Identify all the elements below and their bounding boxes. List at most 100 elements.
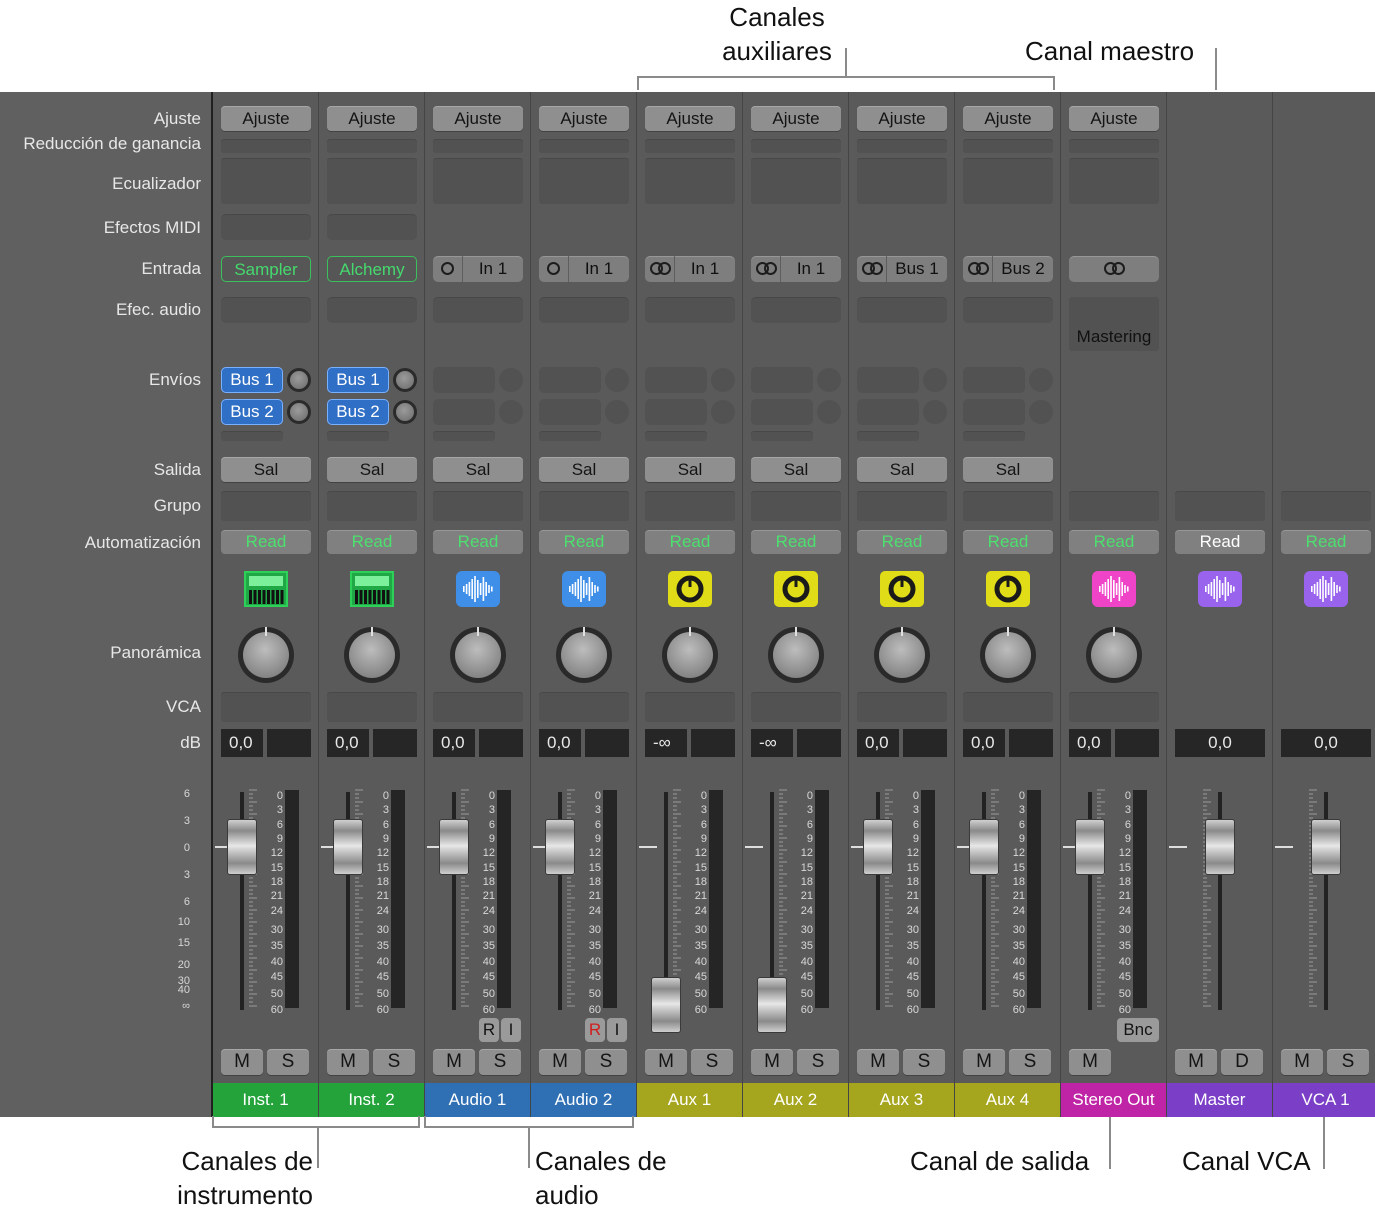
send-2-level-knob[interactable] xyxy=(393,400,417,424)
send-1-slot[interactable] xyxy=(751,367,813,393)
send-2-slot[interactable] xyxy=(857,399,919,425)
automation-mode-button[interactable]: Read xyxy=(751,530,841,554)
group-slot[interactable] xyxy=(1175,491,1265,521)
volume-fader[interactable] xyxy=(545,819,575,875)
channel-name[interactable]: Aux 2 xyxy=(743,1083,848,1117)
vca-assign-slot[interactable] xyxy=(433,692,523,722)
send-3-slot[interactable] xyxy=(645,431,707,441)
waveform-pink-icon[interactable] xyxy=(1091,570,1137,608)
solo-button[interactable]: S xyxy=(585,1049,627,1075)
send-1-slot[interactable] xyxy=(539,367,601,393)
waveform-purple-icon[interactable] xyxy=(1303,570,1349,608)
pan-knob[interactable] xyxy=(450,627,506,683)
aux-knob-icon[interactable] xyxy=(985,570,1031,608)
input-button[interactable]: Bus 2 xyxy=(963,256,1053,282)
audio-fx-slot[interactable] xyxy=(539,297,629,323)
output-button[interactable]: Sal xyxy=(857,457,947,482)
output-button[interactable]: Sal xyxy=(221,457,311,482)
automation-mode-button[interactable]: Read xyxy=(539,530,629,554)
send-1-slot[interactable] xyxy=(433,367,495,393)
automation-mode-button[interactable]: Read xyxy=(221,530,311,554)
eq-slot[interactable] xyxy=(751,158,841,204)
audio-fx-slot[interactable] xyxy=(645,297,735,323)
input-button[interactable]: In 1 xyxy=(433,256,523,282)
solo-button[interactable]: S xyxy=(691,1049,733,1075)
input-monitor-button[interactable]: I xyxy=(501,1018,521,1042)
group-slot[interactable] xyxy=(751,491,841,521)
input-button[interactable]: Bus 1 xyxy=(857,256,947,282)
record-enable-button[interactable]: R xyxy=(585,1018,605,1042)
volume-fader[interactable] xyxy=(1075,819,1105,875)
input-button[interactable] xyxy=(1069,256,1159,282)
solo-button[interactable]: S xyxy=(1009,1049,1051,1075)
group-slot[interactable] xyxy=(1281,491,1371,521)
midi-fx-slot[interactable] xyxy=(327,214,417,240)
send-2-slot[interactable] xyxy=(539,399,601,425)
volume-fader[interactable] xyxy=(1205,819,1235,875)
eq-slot[interactable] xyxy=(539,158,629,204)
channel-name[interactable]: Audio 2 xyxy=(531,1083,636,1117)
input-button[interactable]: In 1 xyxy=(751,256,841,282)
volume-fader[interactable] xyxy=(757,977,787,1033)
group-slot[interactable] xyxy=(645,491,735,521)
automation-mode-button[interactable]: Read xyxy=(963,530,1053,554)
aux-knob-icon[interactable] xyxy=(667,570,713,608)
volume-fader[interactable] xyxy=(969,819,999,875)
aux-knob-icon[interactable] xyxy=(773,570,819,608)
send-3-slot[interactable] xyxy=(221,431,283,441)
send-1-button[interactable]: Bus 1 xyxy=(221,367,283,393)
audio-fx-slot[interactable] xyxy=(751,297,841,323)
volume-fader[interactable] xyxy=(1311,819,1341,875)
solo-button[interactable]: S xyxy=(373,1049,415,1075)
automation-mode-button[interactable]: Read xyxy=(857,530,947,554)
send-2-slot[interactable] xyxy=(433,399,495,425)
volume-fader[interactable] xyxy=(227,819,257,875)
eq-slot[interactable] xyxy=(963,158,1053,204)
send-1-level-knob[interactable] xyxy=(287,368,311,392)
mute-button[interactable]: M xyxy=(751,1049,793,1075)
automation-mode-button[interactable]: Read xyxy=(1069,530,1159,554)
channel-name[interactable]: Aux 1 xyxy=(637,1083,742,1117)
mute-button[interactable]: M xyxy=(645,1049,687,1075)
setting-button[interactable]: Ajuste xyxy=(1069,106,1159,131)
setting-button[interactable]: Ajuste xyxy=(963,106,1053,131)
output-button[interactable]: Sal xyxy=(539,457,629,482)
channel-name[interactable]: Aux 4 xyxy=(955,1083,1060,1117)
setting-button[interactable]: Ajuste xyxy=(327,106,417,131)
input-plugin-button[interactable]: Alchemy xyxy=(327,256,417,282)
output-button[interactable]: Sal xyxy=(327,457,417,482)
vca-assign-slot[interactable] xyxy=(327,692,417,722)
vca-assign-slot[interactable] xyxy=(857,692,947,722)
audio-fx-slot[interactable] xyxy=(963,297,1053,323)
channel-name[interactable]: Aux 3 xyxy=(849,1083,954,1117)
send-1-slot[interactable] xyxy=(963,367,1025,393)
audio-fx-slot[interactable] xyxy=(433,297,523,323)
eq-slot[interactable] xyxy=(857,158,947,204)
channel-name[interactable]: Audio 1 xyxy=(425,1083,530,1117)
automation-mode-button[interactable]: Read xyxy=(645,530,735,554)
eq-slot[interactable] xyxy=(433,158,523,204)
solo-button[interactable]: S xyxy=(267,1049,309,1075)
channel-name[interactable]: VCA 1 xyxy=(1273,1083,1375,1117)
send-2-button[interactable]: Bus 2 xyxy=(221,399,283,425)
send-1-level-knob[interactable] xyxy=(393,368,417,392)
dim-button[interactable]: D xyxy=(1221,1049,1263,1075)
bounce-button[interactable]: Bnc xyxy=(1117,1018,1159,1042)
mute-button[interactable]: M xyxy=(433,1049,475,1075)
send-1-button[interactable]: Bus 1 xyxy=(327,367,389,393)
channel-name[interactable]: Master xyxy=(1167,1083,1272,1117)
send-2-slot[interactable] xyxy=(751,399,813,425)
automation-mode-button[interactable]: Read xyxy=(327,530,417,554)
send-3-slot[interactable] xyxy=(963,431,1025,441)
send-1-slot[interactable] xyxy=(857,367,919,393)
group-slot[interactable] xyxy=(539,491,629,521)
send-3-slot[interactable] xyxy=(751,431,813,441)
send-3-slot[interactable] xyxy=(327,431,389,441)
group-slot[interactable] xyxy=(433,491,523,521)
send-1-slot[interactable] xyxy=(645,367,707,393)
audio-fx-slot[interactable]: Mastering xyxy=(1069,297,1159,351)
mute-button[interactable]: M xyxy=(539,1049,581,1075)
output-button[interactable]: Sal xyxy=(963,457,1053,482)
volume-fader[interactable] xyxy=(651,977,681,1033)
setting-button[interactable]: Ajuste xyxy=(539,106,629,131)
